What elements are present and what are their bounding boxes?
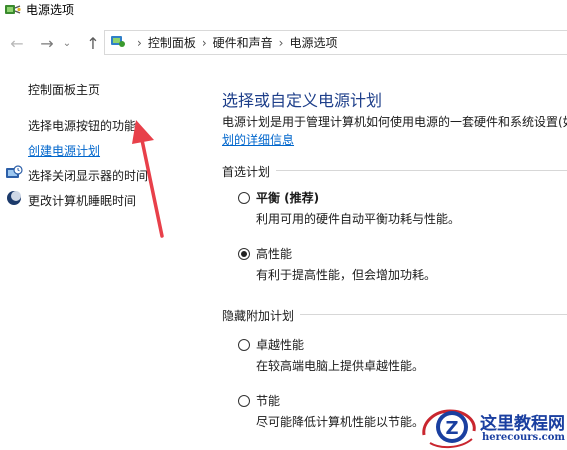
plan-desc-balanced: 利用可用的硬件自动平衡功耗与性能。 xyxy=(256,212,461,226)
control-panel-icon xyxy=(109,33,127,53)
power-plan-info-link[interactable]: 划的详细信息 xyxy=(222,131,294,148)
svg-text:Z: Z xyxy=(445,418,458,439)
monitor-clock-icon xyxy=(5,165,23,187)
breadcrumb-hardware-sound[interactable]: 硬件和声音 xyxy=(213,34,273,51)
plan-desc-ultimate-performance: 在较高端电脑上提供卓越性能。 xyxy=(256,359,425,373)
sidebar-item-control-panel-home[interactable]: 控制面板主页 xyxy=(28,81,100,98)
plan-name-balanced: 平衡 (推荐) xyxy=(256,191,320,205)
hidden-plans-label: 隐藏附加计划 xyxy=(222,307,301,324)
plan-name-power-saver: 节能 xyxy=(256,394,281,408)
radio-ultimate-performance[interactable] xyxy=(238,339,250,351)
radio-power-saver[interactable] xyxy=(238,395,250,407)
breadcrumb-power-options[interactable]: 电源选项 xyxy=(289,34,337,51)
plan-desc-power-saver: 尽可能降低计算机性能以节能。 xyxy=(256,415,425,429)
window-title: 电源选项 xyxy=(26,3,75,17)
address-bar[interactable]: › 控制面板 › 硬件和声音 › 电源选项 xyxy=(104,30,567,55)
plan-desc-high-performance: 有利于提高性能，但会增加功耗。 xyxy=(256,268,437,282)
back-arrow-icon[interactable]: ← xyxy=(6,31,28,55)
forward-arrow-icon[interactable]: → xyxy=(36,31,58,55)
watermark-title: 这里教程网 xyxy=(480,414,565,434)
title-bar: 电源选项 xyxy=(0,0,567,22)
radio-high-performance[interactable] xyxy=(238,248,250,260)
watermark-logo-icon: Z xyxy=(422,409,476,449)
site-watermark: Z 这里教程网 herecours.com xyxy=(420,403,567,450)
radio-balanced[interactable] xyxy=(238,192,250,204)
plan-name-high-performance: 高性能 xyxy=(256,247,293,261)
breadcrumb-separator-icon: › xyxy=(201,35,207,50)
sidebar-item-create-power-plan[interactable]: 创建电源计划 xyxy=(28,142,100,159)
up-arrow-icon[interactable]: ↑ xyxy=(82,31,104,55)
sidebar-item-sleep-time[interactable]: 更改计算机睡眠时间 xyxy=(28,192,136,209)
preferred-plans-label: 首选计划 xyxy=(222,163,277,180)
breadcrumb-separator-icon: › xyxy=(137,35,142,50)
description-text: 电源计划是用于管理计算机如何使用电源的一套硬件和系统设置(如 xyxy=(222,115,567,129)
page-title: 选择或自定义电源计划 xyxy=(222,91,383,110)
navigation-bar: ← → ⌄ ↑ › 控制面板 › 硬件和声音 › 电源选项 xyxy=(0,28,567,58)
breadcrumb-control-panel[interactable]: 控制面板 xyxy=(148,34,196,51)
plan-name-ultimate-performance: 卓越性能 xyxy=(256,338,305,352)
watermark-url: herecours.com xyxy=(482,432,566,443)
sleep-moon-icon xyxy=(5,189,23,211)
breadcrumb-separator-icon: › xyxy=(278,35,284,50)
power-options-icon xyxy=(4,2,22,22)
recent-locations-chevron-icon[interactable]: ⌄ xyxy=(60,31,74,55)
sidebar-item-choose-power-button[interactable]: 选择电源按钮的功能 xyxy=(28,117,136,134)
annotation-arrow-icon xyxy=(132,120,164,238)
